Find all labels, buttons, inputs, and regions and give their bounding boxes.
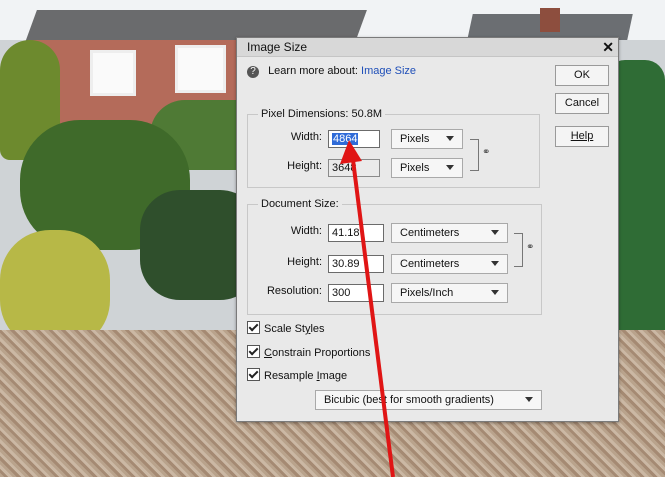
constrain-label-mnemonic: C [264,347,272,359]
doc-width-value: 41.18 [332,227,360,239]
chevron-down-icon [446,136,454,141]
close-icon[interactable]: ✕ [602,38,614,56]
resample-method: Bicubic (best for smooth gradients) [324,394,494,406]
house-window [175,45,226,93]
pixel-width-unit-select[interactable]: Pixels [391,129,463,149]
resample-label-post: mage [319,370,348,382]
chain-link-icon: ⚭ [482,147,491,158]
pixel-width-input[interactable]: 4864 [328,130,380,148]
ok-button[interactable]: OK [555,65,609,86]
resolution-value: 300 [332,287,351,299]
pixel-height-unit-select[interactable]: Pixels [391,158,463,178]
help-button-label: Help [570,130,594,142]
scale-styles-label-pre: Scale St [264,323,305,335]
chevron-down-icon [446,165,454,170]
doc-height-label: Height: [287,256,322,268]
doc-height-value: 30.89 [332,258,360,270]
resample-checkbox[interactable] [247,368,260,381]
document-size-legend: Document Size: [258,198,342,210]
resolution-input[interactable]: 300 [328,284,384,302]
constrain-row[interactable]: Constrain Proportions [247,345,370,359]
chain-link-icon: ⚭ [526,242,535,253]
scale-styles-label-post: les [310,323,325,335]
pixel-height-value: 3648 [332,162,357,174]
doc-width-label: Width: [290,225,322,237]
doc-height-unit: Centimeters [400,258,460,270]
help-prefix: Learn more about: [268,65,358,77]
help-link[interactable]: Image Size [361,65,416,77]
pixel-height-unit: Pixels [400,162,430,174]
pixel-link-bracket [470,139,479,171]
chevron-down-icon [491,230,499,235]
pixel-width-value: 4864 [332,133,359,145]
dialog-titlebar[interactable]: Image Size ✕ [237,38,618,57]
doc-height-unit-select[interactable]: Centimeters [391,254,508,274]
house-window [90,50,136,96]
chimney [540,8,560,32]
constrain-label-post: onstrain Proportions [271,347,371,359]
resample-label-pre: Resample [264,370,317,382]
doc-width-unit: Centimeters [400,227,460,239]
pixel-width-label: Width: [290,131,322,143]
doc-height-input[interactable]: 30.89 [328,255,384,273]
chevron-down-icon [491,261,499,266]
scale-styles-row[interactable]: Scale Styles [247,321,325,335]
chevron-down-icon [491,290,499,295]
scale-styles-checkbox[interactable] [247,321,260,334]
image-size-dialog: Image Size ✕ ? Learn more about: Image S… [236,37,619,422]
dialog-title: Image Size [247,40,308,54]
resample-row[interactable]: Resample Image [247,368,347,382]
pixel-height-label: Height: [287,160,322,172]
cancel-button[interactable]: Cancel [555,93,609,114]
pixel-dimensions-legend: Pixel Dimensions: 50.8M [258,108,386,120]
resolution-label: Resolution: [266,285,322,297]
help-row: ? Learn more about: Image Size [247,65,416,78]
help-button[interactable]: Help [555,126,609,147]
doc-link-bracket [514,233,523,267]
question-circle-icon: ? [247,66,259,78]
doc-width-input[interactable]: 41.18 [328,224,384,242]
document-size-group: Document Size: Width: 41.18 Centimeters … [247,198,542,315]
pixel-dimensions-group: Pixel Dimensions: 50.8M Width: 4864 Pixe… [247,108,540,188]
pixel-width-unit: Pixels [400,133,430,145]
pixel-height-input[interactable]: 3648 [328,159,380,177]
resolution-unit-select[interactable]: Pixels/Inch [391,283,508,303]
doc-width-unit-select[interactable]: Centimeters [391,223,508,243]
chevron-down-icon [525,397,533,402]
constrain-checkbox[interactable] [247,345,260,358]
resolution-unit: Pixels/Inch [400,287,454,299]
resample-method-select[interactable]: Bicubic (best for smooth gradients) [315,390,542,410]
